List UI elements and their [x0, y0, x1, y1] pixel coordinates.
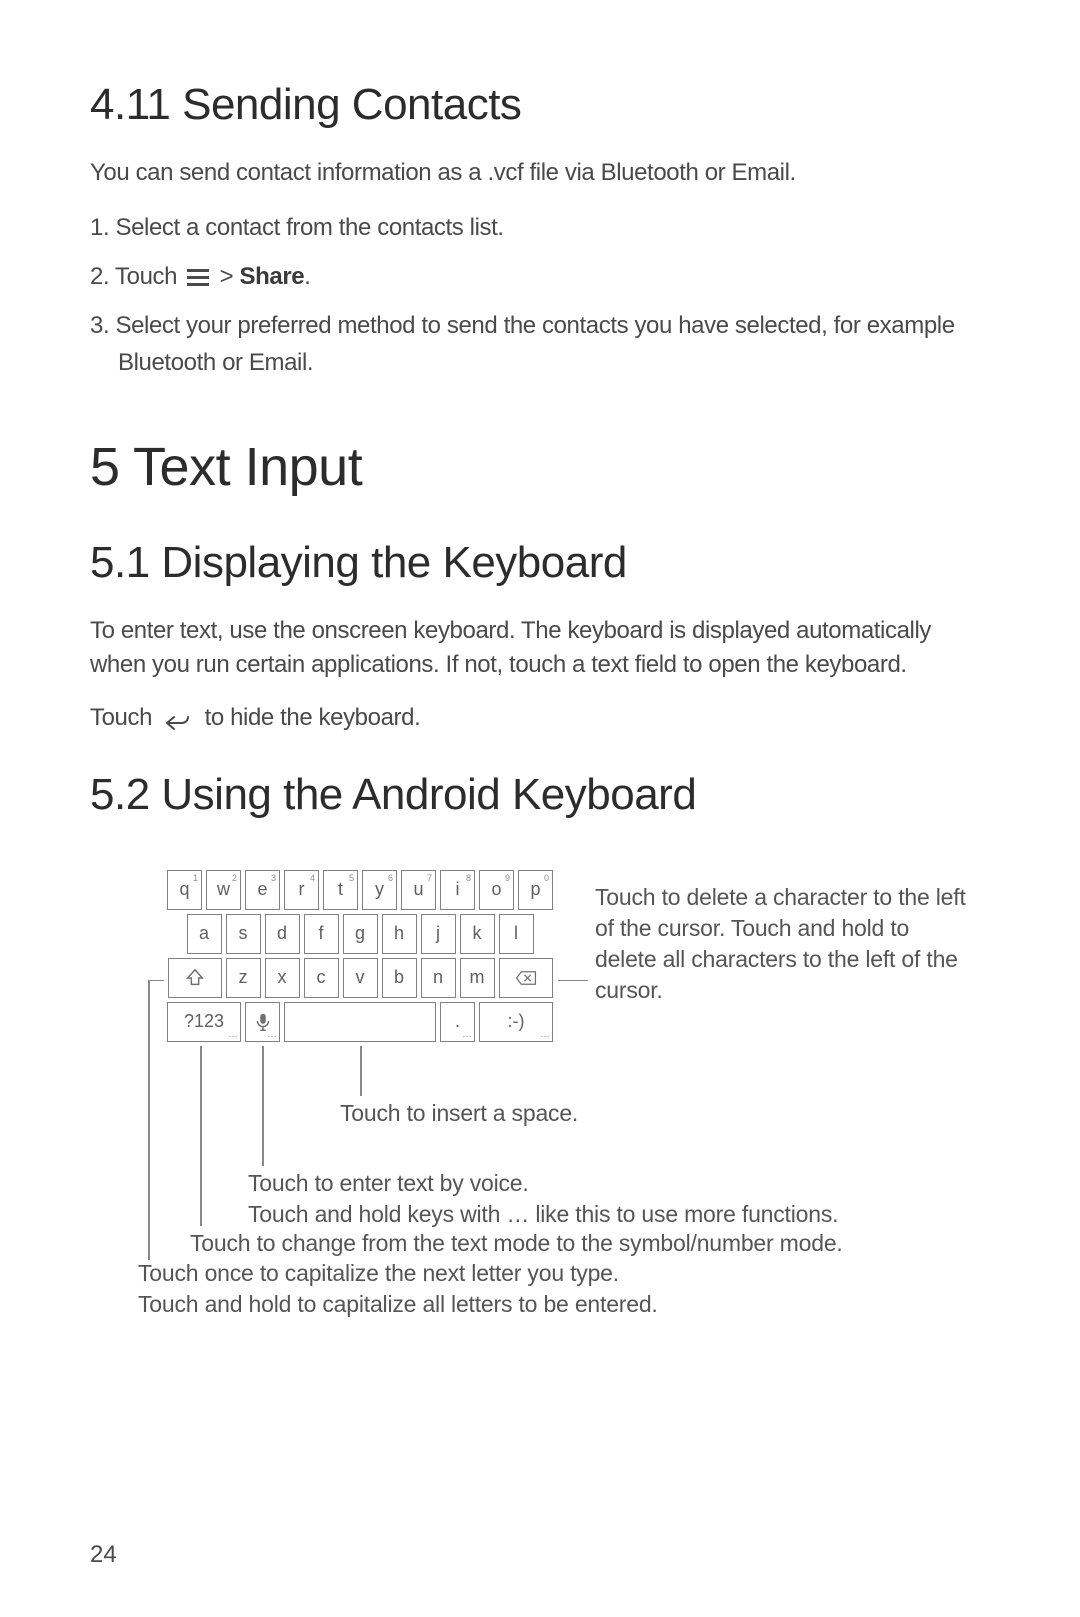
key-x: x — [265, 958, 300, 998]
key-z: z — [226, 958, 261, 998]
key-o: o9 — [479, 870, 514, 910]
para51-pre: Touch — [90, 704, 158, 731]
para51-post: to hide the keyboard. — [198, 704, 420, 731]
key-d: d — [265, 914, 300, 954]
heading-5-1: 5.1 Displaying the Keyboard — [90, 538, 990, 588]
key-superscript: 5 — [349, 873, 354, 883]
page-number: 24 — [90, 1541, 117, 1569]
heading-4-11: 4.11 Sending Contacts — [90, 80, 990, 130]
key-superscript: 8 — [466, 873, 471, 883]
key-k: k — [460, 914, 495, 954]
key-e: e3 — [245, 870, 280, 910]
onscreen-keyboard: q1w2e3r4t5y6u7i8o9p0 asdfghjkl zxcvbnm ?… — [160, 870, 560, 1046]
key-dots: … — [540, 1029, 549, 1040]
leader-line — [360, 1046, 362, 1096]
key-h: h — [382, 914, 417, 954]
step-2-share: Share — [240, 263, 305, 290]
keyboard-row-2: asdfghjkl — [160, 914, 560, 954]
key-j: j — [421, 914, 456, 954]
key-r: r4 — [284, 870, 319, 910]
paragraph-411-intro: You can send contact information as a .v… — [90, 156, 990, 191]
key-dots: … — [267, 1029, 276, 1040]
key-q: q1 — [167, 870, 202, 910]
mic-key: … — [245, 1002, 280, 1042]
key-dots: … — [228, 1029, 237, 1040]
period-key-label: . — [455, 1011, 460, 1032]
key-s: s — [226, 914, 261, 954]
heading-5-2: 5.2 Using the Android Keyboard — [90, 770, 990, 820]
key-superscript: 1 — [193, 873, 198, 883]
key-dots: … — [462, 1029, 471, 1040]
key-c: c — [304, 958, 339, 998]
back-icon — [164, 709, 192, 729]
step-2-pre: 2. Touch — [90, 263, 183, 290]
annotation-shift: Touch once to capitalize the next letter… — [138, 1258, 988, 1320]
key-superscript: 3 — [271, 873, 276, 883]
keyboard-row-4: ?123… … .… :-)… — [160, 1002, 560, 1042]
key-l: l — [499, 914, 534, 954]
key-superscript: 6 — [388, 873, 393, 883]
step-2: 2. Touch > Share. — [90, 258, 990, 295]
leader-line — [148, 980, 150, 1260]
shift-key — [168, 958, 222, 998]
heading-5: 5 Text Input — [90, 436, 990, 498]
annotation-mode: Touch to change from the text mode to th… — [190, 1228, 990, 1259]
mode-key-label: ?123 — [184, 1011, 224, 1032]
key-superscript: 4 — [310, 873, 315, 883]
key-superscript: 7 — [427, 873, 432, 883]
keyboard-row-1: q1w2e3r4t5y6u7i8o9p0 — [160, 870, 560, 910]
key-p: p0 — [518, 870, 553, 910]
period-key: .… — [440, 1002, 475, 1042]
key-u: u7 — [401, 870, 436, 910]
leader-line — [200, 1046, 202, 1226]
key-a: a — [187, 914, 222, 954]
keyboard-figure: q1w2e3r4t5y6u7i8o9p0 asdfghjkl zxcvbnm ?… — [90, 870, 990, 1430]
key-b: b — [382, 958, 417, 998]
key-w: w2 — [206, 870, 241, 910]
leader-line — [148, 980, 164, 982]
space-key — [284, 1002, 436, 1042]
smiley-key: :-) … — [479, 1002, 553, 1042]
paragraph-51-1: To enter text, use the onscreen keyboard… — [90, 614, 990, 684]
steps-411: 1. Select a contact from the contacts li… — [90, 209, 990, 382]
leader-line — [558, 980, 588, 982]
key-superscript: 9 — [505, 873, 510, 883]
leader-line — [262, 1046, 264, 1166]
key-v: v — [343, 958, 378, 998]
key-superscript: 0 — [544, 873, 549, 883]
step-2-post: . — [304, 263, 310, 290]
key-f: f — [304, 914, 339, 954]
mode-key: ?123 … — [167, 1002, 241, 1042]
key-n: n — [421, 958, 456, 998]
step-3: 3. Select your preferred method to send … — [90, 307, 990, 381]
key-m: m — [460, 958, 495, 998]
key-y: y6 — [362, 870, 397, 910]
menu-icon — [187, 269, 209, 287]
annotation-delete: Touch to delete a character to the left … — [595, 882, 975, 1006]
key-t: t5 — [323, 870, 358, 910]
annotation-space: Touch to insert a space. — [340, 1098, 578, 1129]
step-2-mid: > — [213, 263, 239, 290]
keyboard-row-3: zxcvbnm — [160, 958, 560, 998]
annotation-voice: Touch to enter text by voice. Touch and … — [248, 1168, 988, 1230]
key-i: i8 — [440, 870, 475, 910]
backspace-key — [499, 958, 553, 998]
step-1: 1. Select a contact from the contacts li… — [90, 209, 990, 246]
smiley-key-label: :-) — [508, 1011, 525, 1032]
paragraph-51-2: Touch to hide the keyboard. — [90, 701, 990, 736]
key-superscript: 2 — [232, 873, 237, 883]
key-g: g — [343, 914, 378, 954]
